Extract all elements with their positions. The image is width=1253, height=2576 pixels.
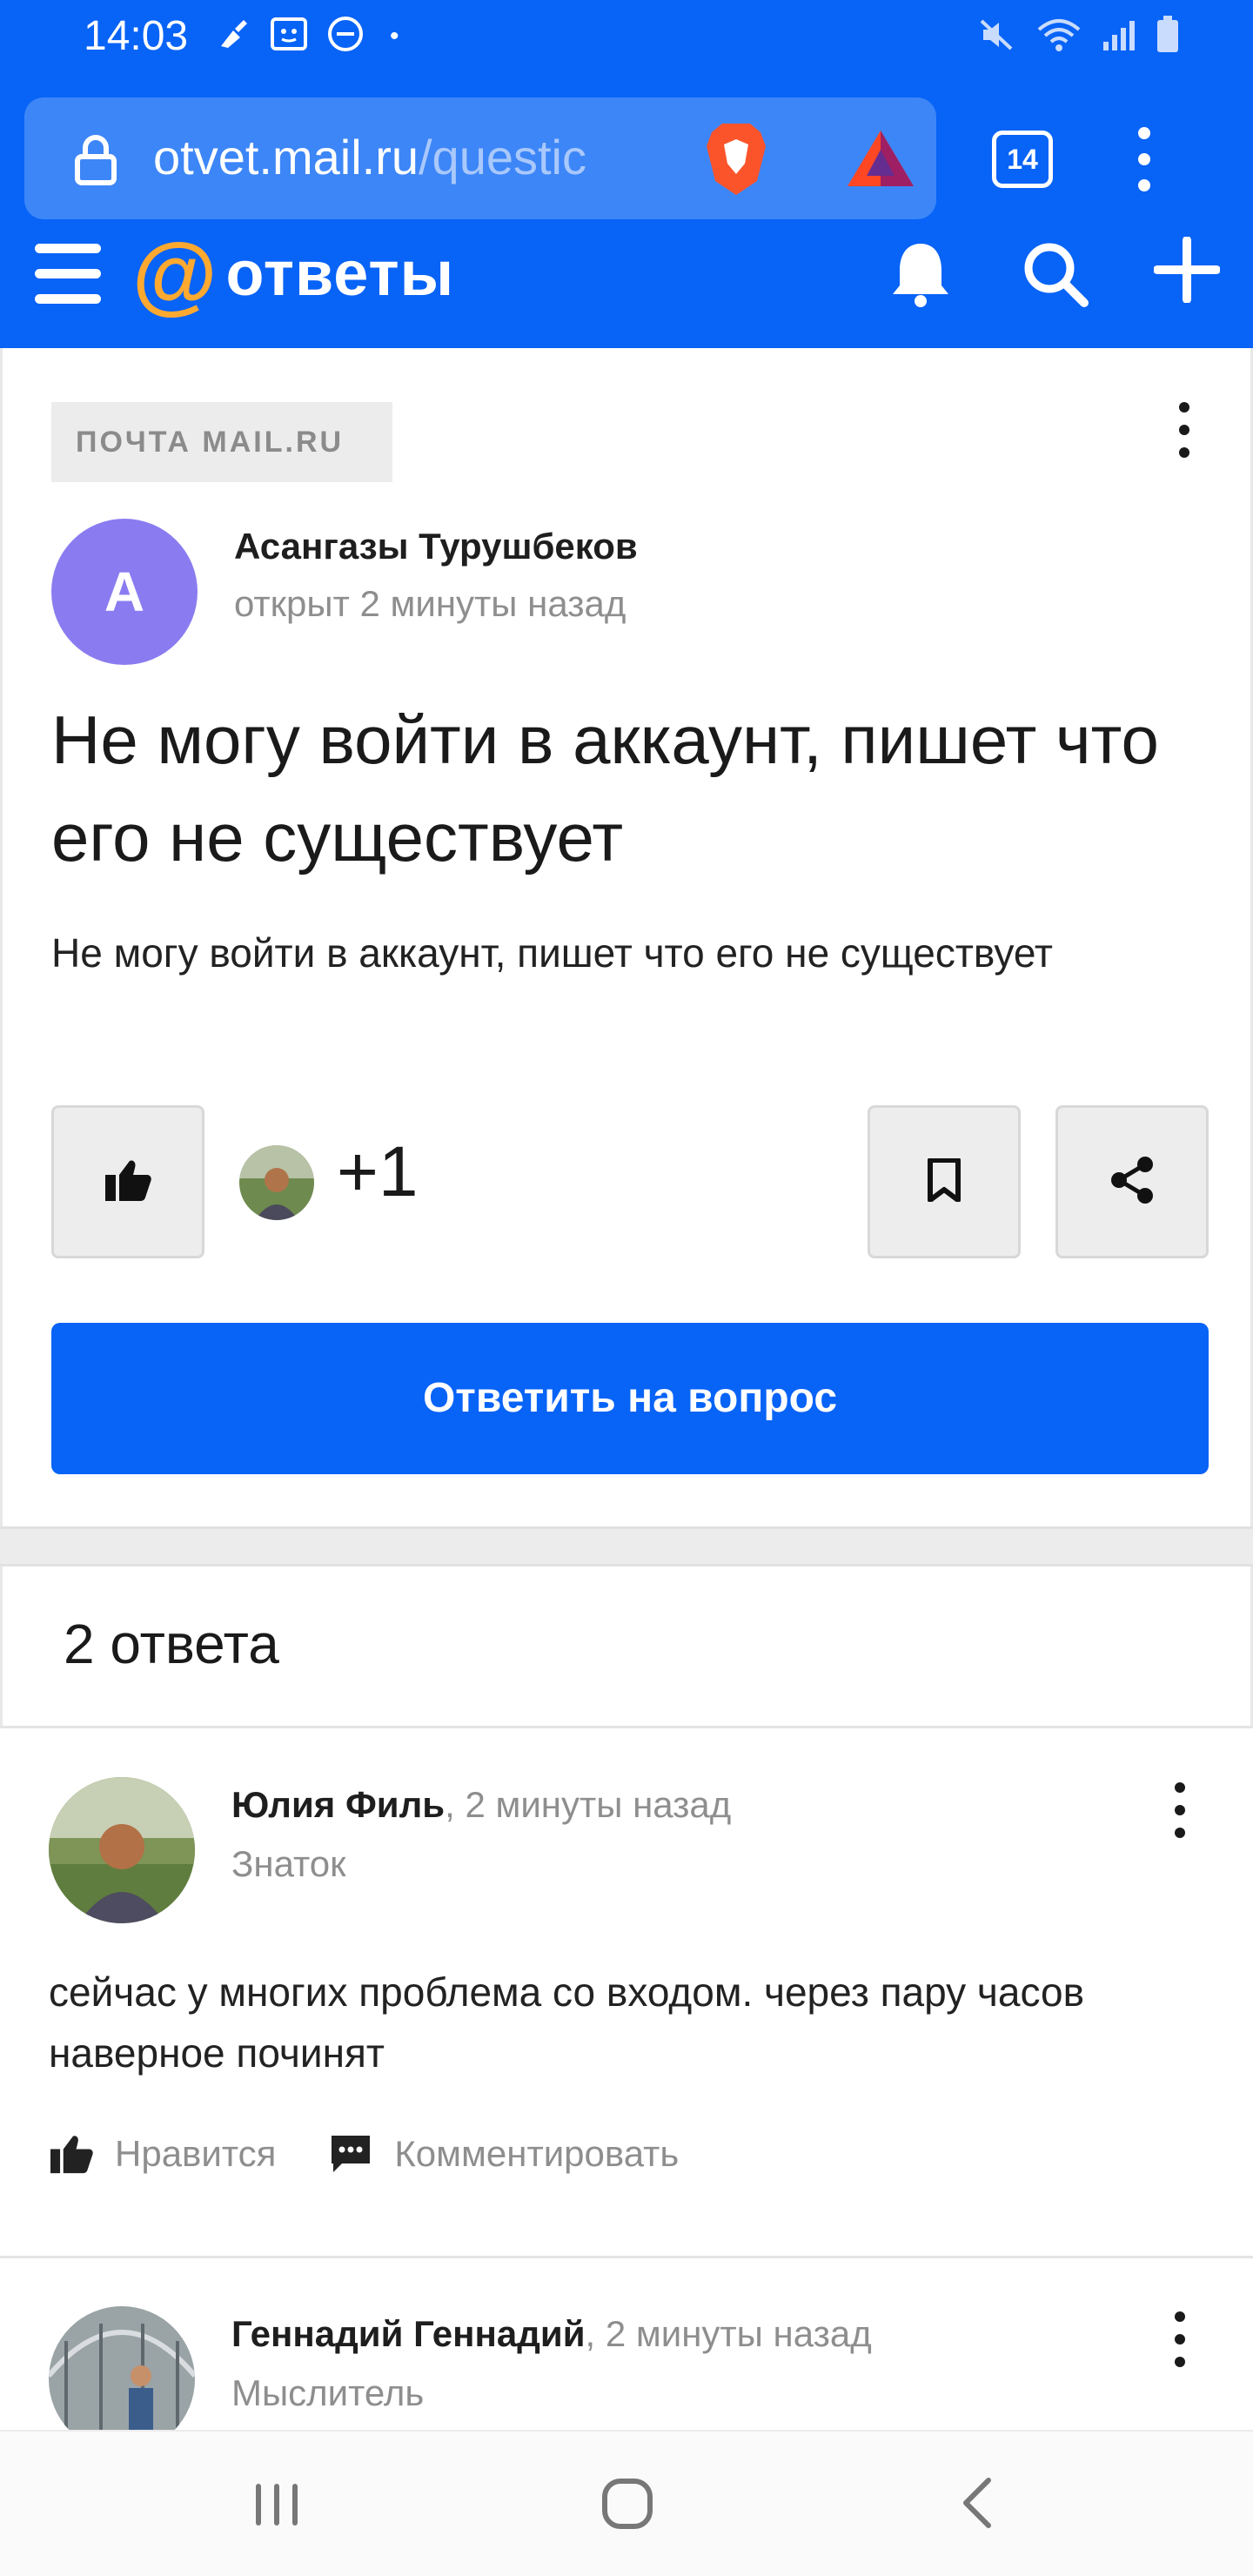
url-text[interactable]: otvet.mail.ru/questic [153,129,667,185]
answer-more-options-button[interactable] [1169,2311,1190,2381]
battery-icon [1156,16,1180,58]
answer-item: Геннадий Геннадий, 2 минуты назад Мыслит… [0,2259,1253,2430]
answer-actions: Нравится Комментировать [49,2132,731,2176]
answer-more-options-button[interactable] [1169,1782,1190,1852]
answer-comment-button[interactable]: Комментировать [328,2132,679,2176]
answer-author-rank: Знаток [231,1843,346,1884]
question-title: Не могу войти в аккаунт, пишет что его н… [51,701,1159,875]
answer-author-rank: Мыслитель [231,2372,425,2413]
brave-shields-icon[interactable] [703,120,769,201]
answer-author-name[interactable]: Геннадий Геннадий [231,2313,586,2354]
status-bar: 14:03 • [0,0,1253,78]
question-time: открыт 2 минуты назад [234,583,626,624]
mute-icon [978,17,1016,57]
liker-avatar[interactable] [239,1145,314,1220]
like-count: +1 [337,1132,419,1211]
status-left-icons: • [216,16,399,57]
thumbs-up-icon [104,1157,152,1207]
answer-comment-label: Комментировать [394,2133,680,2174]
category-tag[interactable]: ПОЧТА MAIL.RU [51,402,392,482]
answer-item: Юлия Филь, 2 минуты назад Знаток сейчас … [0,1728,1253,2258]
url-path: /questic [419,130,586,184]
answer-divider [0,2256,1253,2258]
logo-text: ответы [225,239,455,309]
question-more-options-button[interactable] [1174,402,1195,472]
dnd-icon [327,16,364,57]
bookmark-button[interactable] [868,1105,1021,1258]
signal-icon [1102,17,1136,57]
answer-time: , 2 минуты назад [445,1784,732,1825]
browser-menu-button[interactable] [1131,127,1157,197]
answer-like-button[interactable]: Нравится [49,2133,276,2175]
answer-time: , 2 минуты назад [585,2313,872,2354]
answer-author-line: Юлия Филь, 2 минуты назад [231,1784,731,1826]
add-question-icon[interactable] [1153,236,1221,307]
bookmark-icon [927,1157,962,1206]
search-icon[interactable] [1020,238,1093,312]
home-icon[interactable] [600,2477,654,2535]
wifi-icon [1035,17,1082,57]
recents-icon[interactable] [252,2480,301,2533]
lock-icon [73,134,118,191]
share-button[interactable] [1055,1105,1209,1258]
system-nav-bar [0,2430,1253,2576]
answer-like-label: Нравится [115,2133,277,2174]
back-icon[interactable] [957,2475,995,2535]
bat-rewards-icon[interactable] [846,129,915,192]
question-body: Не могу войти в аккаунт, пишет что его н… [51,930,1053,976]
status-right-icons [978,16,1180,58]
question-card: ПОЧТА MAIL.RU A Асангазы Турушбеков откр… [0,348,1253,1526]
answer-author-name[interactable]: Юлия Филь [231,1784,445,1825]
hamburger-menu-button[interactable] [35,244,101,305]
section-separator [0,1526,1253,1566]
site-logo[interactable]: @ ответы [132,225,455,323]
tab-switcher-button[interactable]: 14 [992,131,1053,188]
answer-question-button[interactable]: Ответить на вопрос [51,1323,1209,1474]
answers-count: 2 ответа [64,1613,279,1675]
site-header: @ ответы [0,225,1253,348]
share-icon [1109,1156,1156,1209]
screenshot-icon [270,17,308,56]
thumbs-up-icon [50,2136,93,2174]
answers-header: 2 ответа [0,1566,1253,1728]
question-author-name[interactable]: Асангазы Турушбеков [234,526,638,567]
status-time: 14:03 [84,13,189,59]
answer-text: сейчас у многих проблема со входом. чере… [49,1969,1085,2076]
bell-icon[interactable] [888,238,954,312]
like-question-button[interactable] [51,1105,204,1258]
question-author-avatar[interactable]: A [51,519,198,665]
answer-author-line: Геннадий Геннадий, 2 минуты назад [231,2313,872,2355]
url-domain: otvet.mail.ru [153,130,419,184]
comment-icon [332,2136,371,2172]
answer-author-avatar[interactable] [49,1777,195,1923]
address-bar[interactable]: otvet.mail.ru/questic [24,97,936,219]
status-dot: • [390,21,399,50]
logo-at-icon: @ [132,225,218,323]
answer-author-avatar[interactable] [49,2306,195,2430]
clean-icon [216,17,251,56]
